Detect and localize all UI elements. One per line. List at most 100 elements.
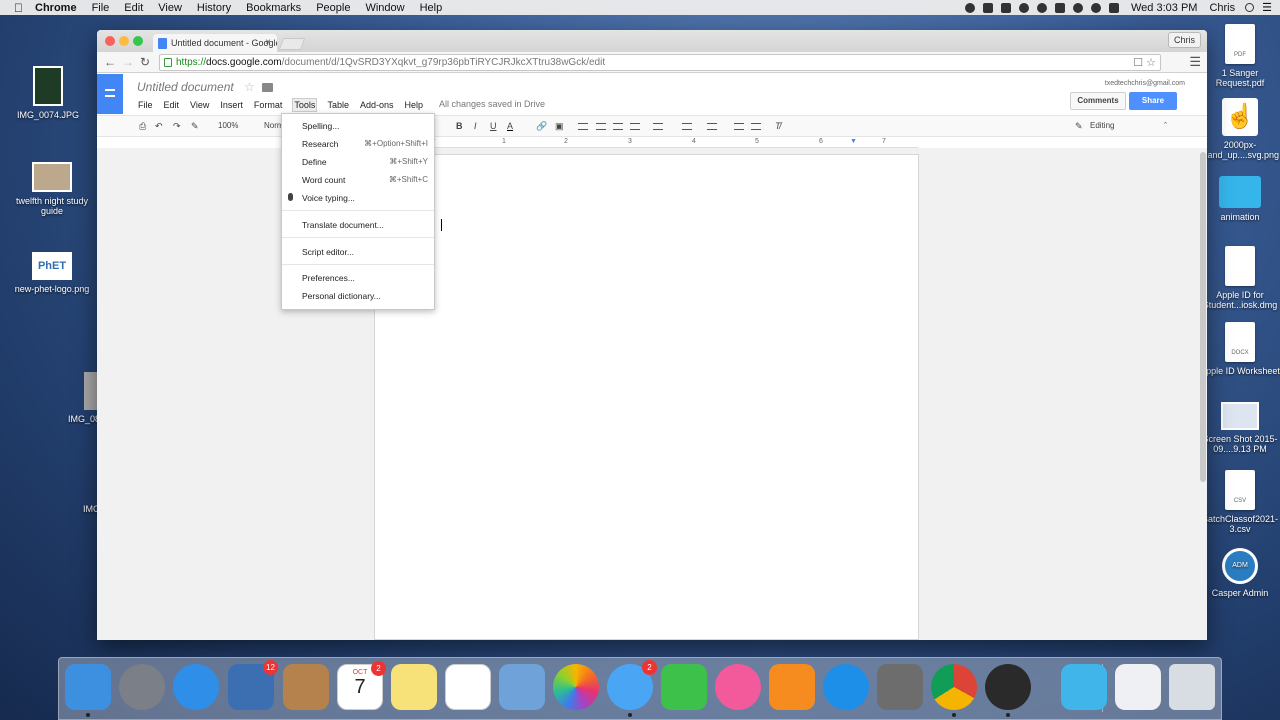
docs-menu-insert[interactable]: Insert (219, 99, 244, 112)
menubar-item-view[interactable]: View (158, 2, 182, 14)
launchpad-icon[interactable] (119, 664, 165, 710)
text-color-icon[interactable]: A (507, 121, 513, 131)
chrome-menu-icon[interactable]: ☰ (1189, 54, 1201, 70)
close-window-button[interactable] (105, 36, 115, 46)
desktop-icon-phet-logo[interactable]: PhET new-phet-logo.png (10, 252, 94, 294)
menubar-item-file[interactable]: File (92, 2, 110, 14)
editing-mode-select[interactable]: Editing (1090, 121, 1114, 130)
menubar-item-history[interactable]: History (197, 2, 231, 14)
menu-item-define[interactable]: Define ⌘+Shift+Y (282, 154, 434, 170)
increase-indent-icon[interactable] (751, 123, 761, 130)
creative-cloud-icon[interactable] (1019, 2, 1029, 13)
system-preferences-icon[interactable] (877, 664, 923, 710)
spotlight-icon[interactable] (1245, 3, 1255, 12)
menubar-clock[interactable]: Wed 3:03 PM (1131, 2, 1197, 14)
menubar-app-name[interactable]: Chrome (35, 2, 77, 14)
menu-item-translate[interactable]: Translate document... (282, 217, 434, 233)
wifi-icon[interactable] (1091, 2, 1101, 13)
clear-formatting-icon[interactable]: T̸ (775, 121, 781, 131)
desktop-icon-img0074[interactable]: IMG_0074.JPG (6, 66, 90, 120)
align-left-icon[interactable] (578, 123, 588, 130)
docs-menu-help[interactable]: Help (403, 99, 424, 112)
comments-button[interactable]: Comments (1070, 92, 1126, 110)
zoom-select[interactable]: 100% (218, 121, 238, 130)
mail-icon[interactable]: 12 (228, 660, 278, 710)
notification-center-icon[interactable]: ☰ (1262, 1, 1272, 14)
star-icon[interactable]: ☆ (244, 80, 255, 94)
menubar-item-help[interactable]: Help (420, 2, 443, 14)
bold-button[interactable]: B (456, 121, 463, 131)
collapse-toolbar-icon[interactable]: ˆ (1164, 121, 1167, 131)
messages-icon[interactable]: 2 (607, 660, 657, 717)
align-justify-icon[interactable] (630, 123, 640, 130)
quicktime-icon[interactable] (985, 664, 1031, 717)
desktop-icon-screenshot[interactable]: Screen Shot 2015-09....9.13 PM (1198, 402, 1280, 454)
bookmark-star-icon[interactable]: ☐ ☆ (1133, 56, 1156, 69)
menu-item-preferences[interactable]: Preferences... (282, 270, 434, 286)
back-arrow-icon[interactable]: ← (104, 55, 116, 69)
browser-tab-docs[interactable]: Untitled document - Google × (153, 34, 277, 52)
docs-menu-edit[interactable]: Edit (163, 99, 181, 112)
desktop-icon-batch-csv[interactable]: CSV BatchClassof2021-3.csv (1198, 470, 1280, 534)
new-tab-button[interactable] (278, 38, 306, 50)
desktop-icon-img[interactable]: IMG (40, 504, 100, 514)
reminders-icon[interactable] (445, 664, 491, 710)
apple-menu-icon[interactable]:  (14, 1, 23, 15)
address-bar[interactable]: https://docs.google.com/document/d/1QvSR… (159, 54, 1161, 71)
underline-button[interactable]: U (490, 121, 497, 131)
desktop-icon-hand-up[interactable]: ☝ 2000px-Hand_up....svg.png (1198, 98, 1280, 160)
menu-item-script-editor[interactable]: Script editor... (282, 244, 434, 260)
decrease-indent-icon[interactable] (734, 123, 744, 130)
share-button[interactable]: Share (1129, 92, 1177, 110)
preview-icon[interactable] (499, 664, 545, 710)
desktop-icon-casper-admin[interactable]: ADM Casper Admin (1198, 548, 1280, 598)
zoom-window-button[interactable] (133, 36, 143, 46)
undo-icon[interactable]: ↶ (155, 121, 163, 132)
dropbox-icon[interactable] (1001, 2, 1011, 13)
docs-menu-tools[interactable]: Tools (292, 98, 318, 112)
downloads-stack-icon[interactable] (1061, 664, 1107, 710)
account-email[interactable]: txedtechchris@gmail.com (1105, 80, 1185, 87)
document-title[interactable]: Untitled document (137, 80, 234, 94)
bluetooth-icon[interactable] (1073, 2, 1083, 13)
scrollbar-thumb[interactable] (1200, 152, 1206, 482)
line-spacing-icon[interactable] (653, 123, 663, 130)
desktop-icon-img08[interactable]: IMG_08 (40, 372, 100, 424)
desktop-icon-appleid-worksheet[interactable]: DOCX Apple ID Worksheet (1198, 322, 1280, 376)
airplay-icon[interactable] (1055, 2, 1065, 13)
ruler[interactable]: ▼ 1 2 3 4 5 6 ▼ 7 (374, 138, 918, 148)
desktop-icon-sanger-pdf[interactable]: PDF 1 Sanger Request.pdf (1198, 24, 1280, 88)
link-icon[interactable]: 🔗 (536, 121, 547, 132)
docs-menu-format[interactable]: Format (253, 99, 284, 112)
menu-item-research[interactable]: Research ⌘+Option+Shift+I (282, 136, 434, 152)
menubar-user[interactable]: Chris (1209, 2, 1235, 14)
forward-arrow-icon[interactable]: → (122, 55, 134, 69)
battery-icon[interactable] (1109, 2, 1119, 13)
contacts-icon[interactable] (283, 664, 329, 710)
safari-icon[interactable] (173, 664, 219, 710)
desktop-icon-animation[interactable]: animation (1198, 176, 1280, 222)
desktop-icon-appleid-dmg[interactable]: Apple ID for Student...iosk.dmg (1198, 246, 1280, 310)
close-tab-icon[interactable]: × (265, 37, 271, 48)
screen-record-icon[interactable] (965, 2, 975, 13)
itunes-icon[interactable] (715, 664, 761, 710)
reload-icon[interactable]: ↻ (140, 55, 150, 69)
docs-menu-table[interactable]: Table (326, 99, 350, 112)
documents-stack-icon[interactable] (1115, 664, 1161, 710)
menubar-item-bookmarks[interactable]: Bookmarks (246, 2, 301, 14)
comment-icon[interactable]: ▣ (555, 121, 564, 132)
numbered-list-icon[interactable] (682, 123, 692, 130)
app-store-icon[interactable] (823, 664, 869, 710)
notes-icon[interactable] (391, 664, 437, 710)
profile-button[interactable]: Chris (1167, 32, 1201, 48)
print-icon[interactable]: ⎙ (139, 121, 146, 132)
italic-button[interactable]: I (474, 121, 477, 131)
trash-icon[interactable] (1169, 664, 1215, 710)
ibooks-icon[interactable] (769, 664, 815, 710)
paint-format-icon[interactable]: ✎ (191, 121, 199, 132)
docs-home-icon[interactable] (97, 74, 123, 114)
menu-item-voice-typing[interactable]: Voice typing... (282, 190, 434, 206)
menubar-item-window[interactable]: Window (365, 2, 404, 14)
document-page[interactable] (374, 154, 919, 640)
folder-icon[interactable] (262, 83, 273, 92)
